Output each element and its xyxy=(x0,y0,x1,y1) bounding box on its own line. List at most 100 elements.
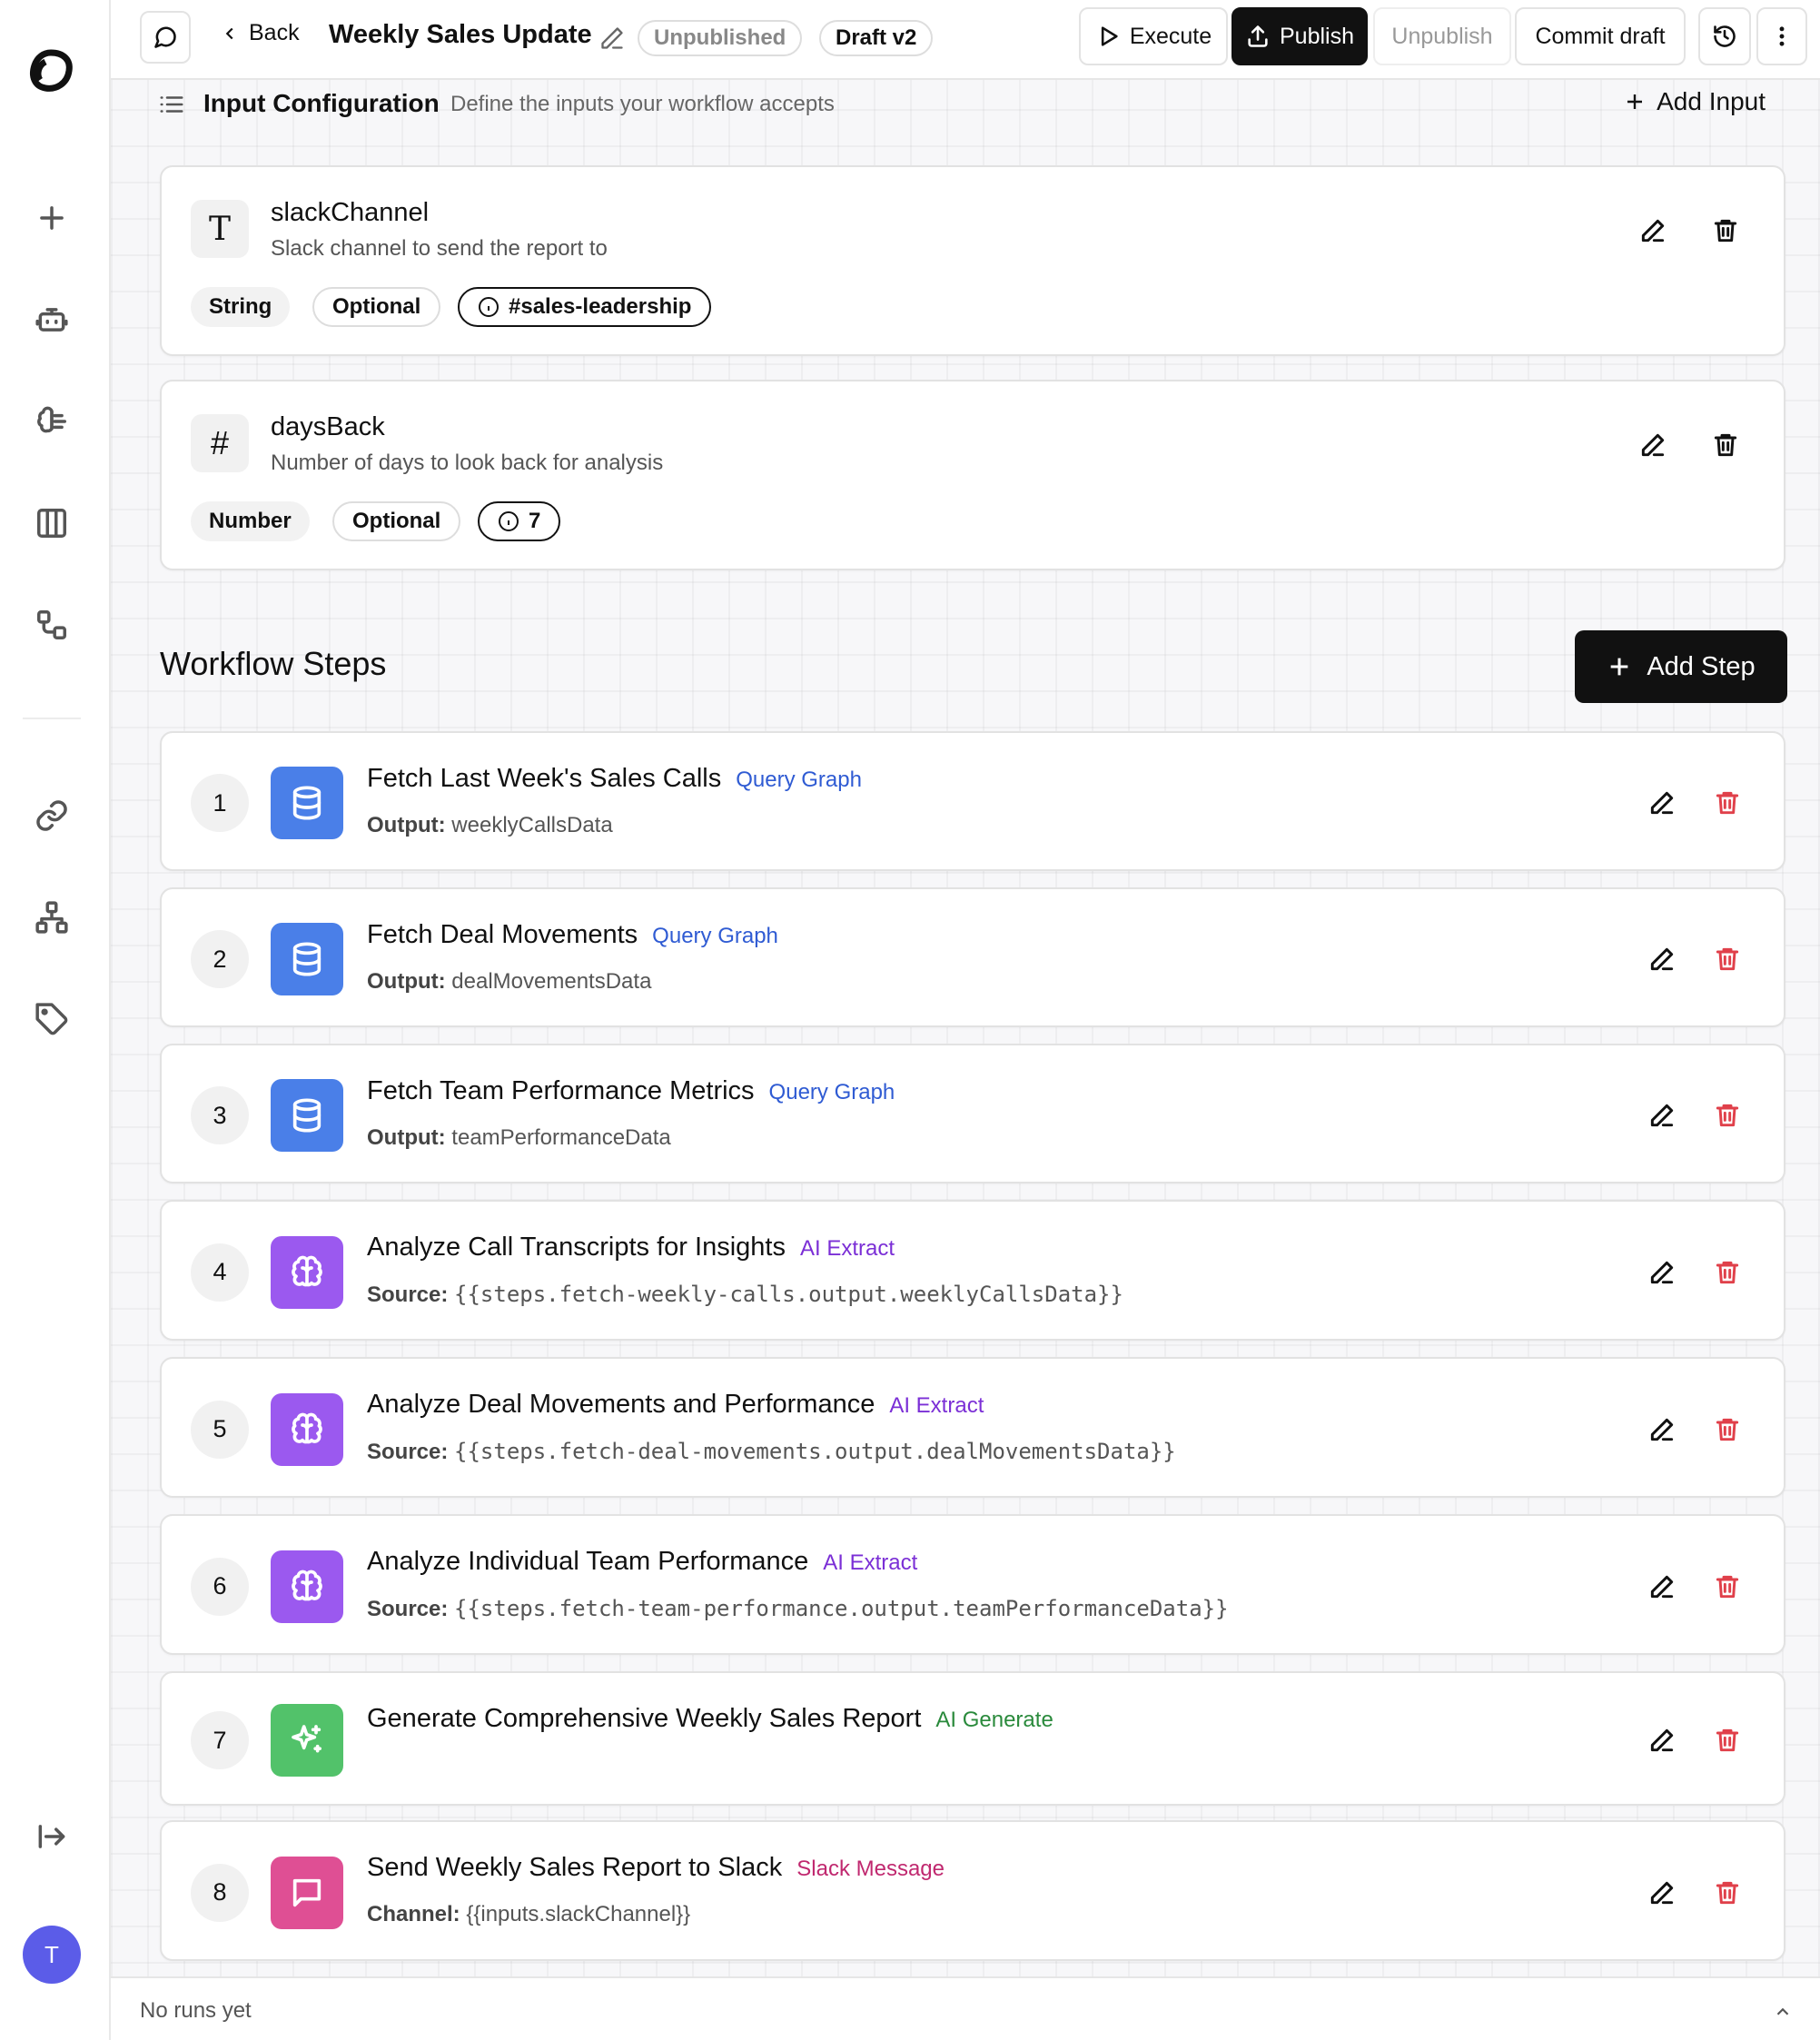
list-icon xyxy=(160,96,183,113)
step-detail-label: Source: xyxy=(367,1282,449,1307)
edit-step-button[interactable] xyxy=(1647,1726,1677,1755)
tables-nav-button[interactable] xyxy=(23,494,81,552)
avatar-initial: T xyxy=(45,1940,59,1968)
step-detail-value: {{inputs.slackChannel}} xyxy=(466,1902,691,1926)
step-card[interactable]: 7 Generate Comprehensive Weekly Sales Rep… xyxy=(160,1671,1785,1806)
input-card: # daysBack Number of days to look back f… xyxy=(160,380,1785,570)
arrow-right-to-line-icon xyxy=(38,1825,65,1848)
tag-icon xyxy=(35,1003,68,1035)
execute-button[interactable]: Execute xyxy=(1079,7,1228,65)
step-type-icon xyxy=(271,1392,343,1466)
step-title-row: Fetch Deal Movements Query Graph xyxy=(367,920,778,950)
delete-step-button[interactable] xyxy=(1713,1101,1742,1130)
sparkles-icon xyxy=(292,1725,321,1753)
step-type-icon xyxy=(271,923,343,995)
pencil-icon xyxy=(1650,1728,1674,1752)
run-status-bar[interactable]: No runs yet xyxy=(111,1976,1820,2040)
step-title-row: Analyze Deal Movements and Performance AI… xyxy=(367,1390,984,1420)
step-card[interactable]: 6 Analyze Individual Team Performance AI E… xyxy=(160,1514,1785,1655)
pencil-icon xyxy=(1650,1881,1674,1904)
step-type-label: AI Extract xyxy=(889,1393,984,1418)
brain-icon xyxy=(292,1570,322,1600)
step-number: 4 xyxy=(191,1243,249,1302)
upload-icon xyxy=(1248,25,1268,47)
play-icon xyxy=(1101,26,1118,46)
integrations-nav-button[interactable] xyxy=(23,787,81,845)
delete-input-button[interactable] xyxy=(1711,216,1740,245)
step-card[interactable]: 1 Fetch Last Week's Sales Calls Query Grap… xyxy=(160,731,1785,871)
pencil-icon xyxy=(1650,947,1674,971)
step-detail-value: {{steps.fetch-weekly-calls.output.weekly… xyxy=(454,1282,1123,1307)
delete-step-button[interactable] xyxy=(1713,1726,1742,1755)
delete-input-button[interactable] xyxy=(1711,431,1740,460)
chevron-up-icon[interactable] xyxy=(1773,2002,1793,2022)
knowledge-nav-button[interactable] xyxy=(23,392,81,451)
step-title-row: Analyze Individual Team Performance AI Ex… xyxy=(367,1547,917,1577)
pencil-icon xyxy=(1641,219,1665,243)
chat-button[interactable] xyxy=(140,11,191,64)
step-detail-value: dealMovementsData xyxy=(451,969,652,994)
step-title: Analyze Deal Movements and Performance xyxy=(367,1390,875,1419)
step-card[interactable]: 3 Fetch Team Performance Metrics Query Gra… xyxy=(160,1044,1785,1183)
info-icon xyxy=(499,511,519,531)
number-type-icon: # xyxy=(191,414,249,472)
edit-step-button[interactable] xyxy=(1647,1878,1677,1907)
workflow-title: Weekly Sales Update xyxy=(329,20,592,49)
edit-step-button[interactable] xyxy=(1647,1101,1677,1130)
text-type-icon: T xyxy=(191,200,249,258)
edit-step-button[interactable] xyxy=(1647,945,1677,974)
edit-step-button[interactable] xyxy=(1647,1572,1677,1601)
unpublish-button[interactable]: Unpublish xyxy=(1373,7,1511,65)
main-content: Back Weekly Sales Update Unpublished Dra… xyxy=(111,0,1820,2040)
workflow-icon xyxy=(37,610,66,639)
delete-step-button[interactable] xyxy=(1713,1572,1742,1601)
edit-input-button[interactable] xyxy=(1638,216,1667,245)
back-button[interactable]: Back xyxy=(220,20,300,46)
plus-icon xyxy=(1627,94,1643,109)
add-input-button[interactable]: Add Input xyxy=(1624,87,1766,116)
delete-step-button[interactable] xyxy=(1713,1415,1742,1444)
commit-draft-button[interactable]: Commit draft xyxy=(1515,7,1686,65)
delete-step-button[interactable] xyxy=(1713,1878,1742,1907)
step-detail-label: Output: xyxy=(367,1125,446,1150)
edit-step-button[interactable] xyxy=(1647,1415,1677,1444)
step-card[interactable]: 8 Send Weekly Sales Report to Slack Slack … xyxy=(160,1820,1785,1961)
workflows-nav-button[interactable] xyxy=(23,596,81,654)
step-type-label: AI Extract xyxy=(823,1550,918,1575)
sidebar: T xyxy=(0,0,111,2040)
input-config-header: Input Configuration Define the inputs yo… xyxy=(111,80,1820,125)
delete-step-button[interactable] xyxy=(1713,945,1742,974)
more-options-button[interactable] xyxy=(1756,7,1807,65)
edit-title-icon[interactable] xyxy=(599,25,625,51)
step-card[interactable]: 5 Analyze Deal Movements and Performance A… xyxy=(160,1357,1785,1498)
trash-icon xyxy=(1716,947,1739,971)
app-logo-icon[interactable] xyxy=(27,47,74,94)
step-detail-value: {{steps.fetch-team-performance.output.te… xyxy=(454,1596,1229,1621)
delete-step-button[interactable] xyxy=(1713,788,1742,817)
publish-button[interactable]: Publish xyxy=(1231,7,1368,65)
new-item-button[interactable] xyxy=(23,189,81,247)
step-card[interactable]: 2 Fetch Deal Movements Query Graph Output: … xyxy=(160,887,1785,1027)
step-title-row: Analyze Call Transcripts for Insights AI … xyxy=(367,1233,895,1263)
edit-step-button[interactable] xyxy=(1647,1258,1677,1287)
trash-icon xyxy=(1714,433,1737,457)
more-vertical-icon xyxy=(1779,26,1785,46)
message-square-icon xyxy=(292,1878,321,1906)
tags-nav-button[interactable] xyxy=(23,990,81,1048)
org-nav-button[interactable] xyxy=(23,888,81,946)
plus-icon xyxy=(40,206,64,230)
add-step-button[interactable]: Add Step xyxy=(1575,630,1787,703)
step-card[interactable]: 4 Analyze Call Transcripts for Insights AI… xyxy=(160,1200,1785,1341)
step-type-label: Query Graph xyxy=(768,1080,895,1104)
history-icon xyxy=(1714,25,1736,47)
edit-step-button[interactable] xyxy=(1647,788,1677,817)
agents-nav-button[interactable] xyxy=(23,291,81,349)
workflow-steps-title: Workflow Steps xyxy=(160,645,387,682)
step-detail: Output: teamPerformanceData xyxy=(367,1125,671,1151)
collapse-sidebar-button[interactable] xyxy=(23,1807,81,1866)
pencil-icon xyxy=(1650,1418,1674,1441)
edit-input-button[interactable] xyxy=(1638,431,1667,460)
history-button[interactable] xyxy=(1698,7,1751,65)
avatar[interactable]: T xyxy=(23,1926,81,1984)
delete-step-button[interactable] xyxy=(1713,1258,1742,1287)
